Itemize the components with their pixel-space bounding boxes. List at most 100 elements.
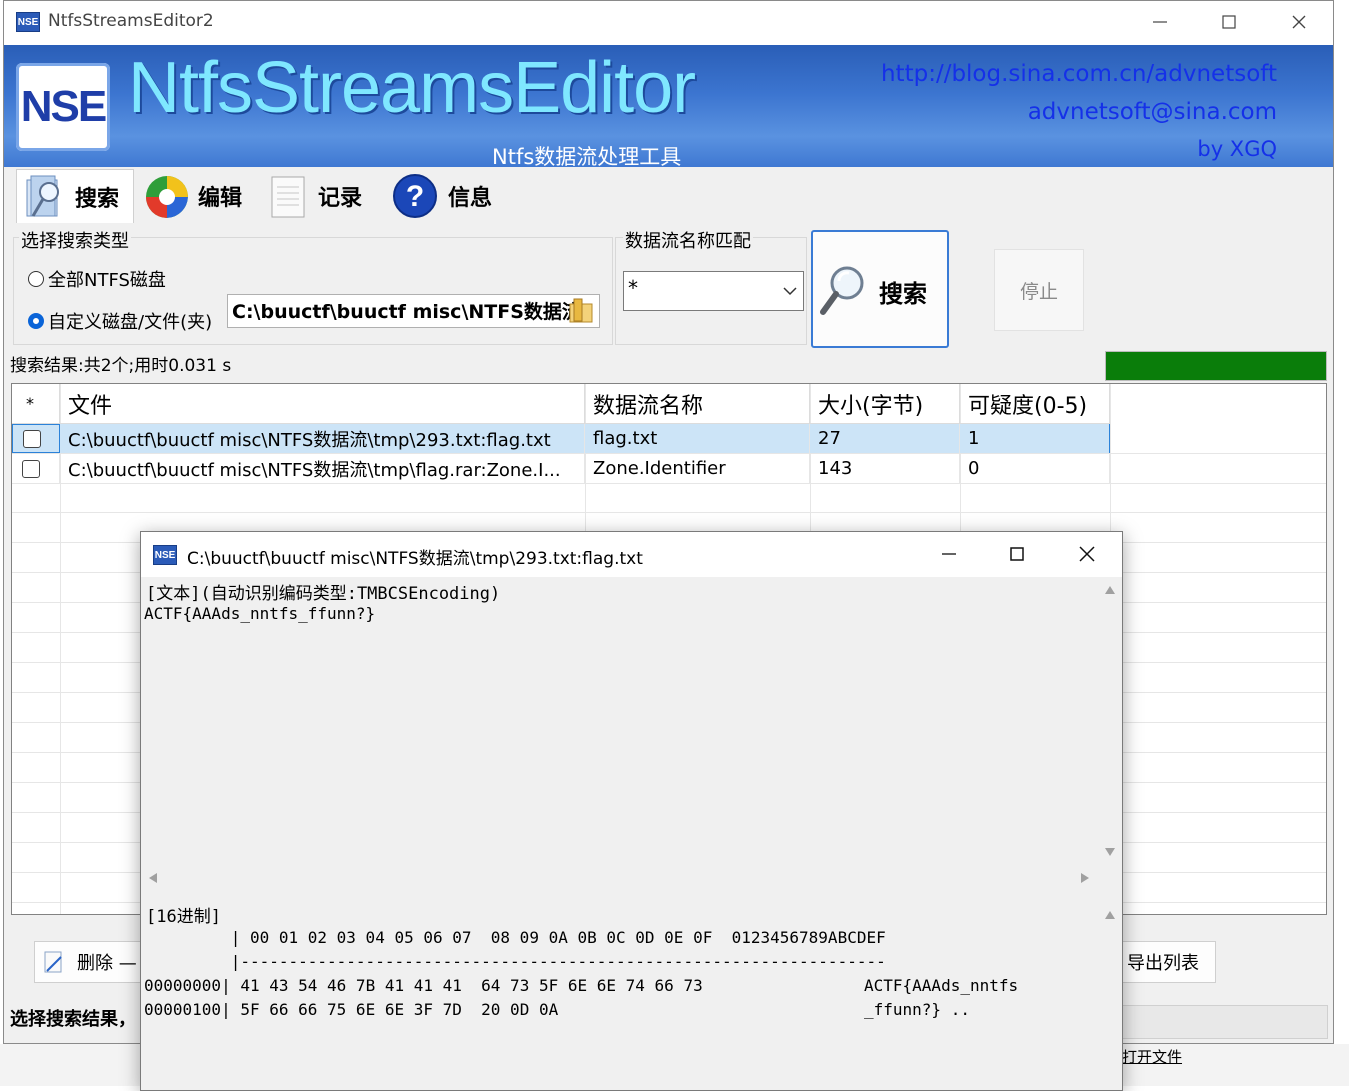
hex-ascii: ACTF{AAAds_nntfs <box>864 976 1019 995</box>
edit-tool-icon <box>146 176 188 218</box>
maximize-icon <box>1222 15 1236 29</box>
minimize-icon <box>942 553 956 555</box>
col-size[interactable]: 大小(字节) <box>810 384 960 424</box>
text-horizontal-scrollbar[interactable] <box>141 865 1098 889</box>
scroll-up-icon[interactable] <box>1104 585 1116 595</box>
stop-button-label: 停止 <box>1019 280 1058 303</box>
col-file[interactable]: 文件 <box>60 384 585 424</box>
radio-all-ntfs-label: 全部NTFS磁盘 <box>48 270 166 291</box>
hex-column-header: | 00 01 02 03 04 05 06 07 08 09 0A 0B 0C… <box>144 928 886 947</box>
author-label: by XGQ <box>1197 137 1277 161</box>
hex-row: 00000000| 41 43 54 46 7B 41 41 41 64 73 … <box>144 976 1018 996</box>
radio-all-ntfs-circle[interactable] <box>28 271 44 287</box>
radio-all-ntfs[interactable]: 全部NTFS磁盘 <box>28 266 166 292</box>
hex-view-area[interactable]: [16进制] | 00 01 02 03 04 05 06 07 08 09 0… <box>141 894 1098 1090</box>
row-select-cell[interactable] <box>12 454 60 483</box>
row-select-cell[interactable] <box>12 424 60 453</box>
info-tool-icon: ? <box>393 174 437 218</box>
col-suspicion[interactable]: 可疑度(0-5) <box>960 384 1110 424</box>
tab-record[interactable]: 记录 <box>262 169 380 223</box>
text-vertical-scrollbar[interactable] <box>1098 577 1122 865</box>
row-suspicion: 0 <box>960 454 1110 483</box>
search-button[interactable]: 搜索 <box>811 230 949 348</box>
window-title: NtfsStreamsEditor2 <box>48 11 214 31</box>
row-checkbox[interactable] <box>23 429 41 448</box>
delete-button-label: 删除 — <box>77 953 137 974</box>
stream-match-value: * <box>628 276 638 300</box>
tab-edit-label: 编辑 <box>198 186 243 211</box>
tab-info[interactable]: ? 信息 <box>386 169 504 223</box>
table-row[interactable]: C:\buuctf\buuctf misc\NTFS数据流\tmp\flag.r… <box>12 454 1326 484</box>
svg-text:?: ? <box>406 180 424 213</box>
scroll-down-icon[interactable] <box>1104 847 1116 857</box>
email-link[interactable]: advnetsoft@sina.com <box>1028 99 1277 125</box>
row-stream: flag.txt <box>585 424 810 453</box>
browse-folder-icon[interactable] <box>566 296 596 331</box>
row-checkbox[interactable] <box>22 459 40 478</box>
nse-logo: NSE <box>16 63 110 151</box>
magnifier-icon <box>820 266 864 315</box>
close-button[interactable] <box>1276 4 1322 40</box>
popup-close-button[interactable] <box>1064 536 1110 572</box>
banner-title: NtfsStreamsEditor <box>128 48 696 128</box>
delete-button[interactable]: 删除 — <box>34 941 146 983</box>
open-file-link[interactable]: 打开文件 <box>1122 1046 1182 1067</box>
desktop-edge <box>1334 0 1349 1086</box>
popup-title: C:\buuctf\buuctf misc\NTFS数据流\tmp\293.tx… <box>187 549 643 569</box>
col-stream-name[interactable]: 数据流名称 <box>585 384 810 424</box>
banner-subtitle: Ntfs数据流处理工具 <box>492 145 682 167</box>
scroll-left-icon[interactable] <box>148 872 158 884</box>
hex-header: [16进制] <box>146 907 221 927</box>
row-file: C:\buuctf\buuctf misc\NTFS数据流\tmp\293.tx… <box>60 424 585 453</box>
stream-match-combo[interactable]: * <box>623 271 804 311</box>
scroll-up-icon[interactable] <box>1104 910 1116 920</box>
maximize-button[interactable] <box>1206 4 1252 40</box>
hex-row: 00000100| 5F 66 66 75 6E 6E 3F 7D 20 0D … <box>144 1000 970 1020</box>
popup-maximize-button[interactable] <box>994 536 1040 572</box>
hex-offset: 00000100| <box>144 1000 231 1019</box>
app-icon: NSE <box>16 12 40 32</box>
status-text: 搜索结果:共2个;用时0.031 s <box>10 356 232 376</box>
radio-custom-label: 自定义磁盘/文件(夹) <box>48 312 213 333</box>
table-row[interactable]: C:\buuctf\buuctf misc\NTFS数据流\tmp\293.tx… <box>12 424 1326 454</box>
delete-icon <box>44 951 62 973</box>
path-input[interactable]: C:\buuctf\buuctf misc\NTFS数据流 <box>227 294 600 328</box>
scroll-right-icon[interactable] <box>1080 872 1090 884</box>
tab-search-label: 搜索 <box>75 186 120 212</box>
row-stream: Zone.Identifier <box>585 454 810 483</box>
export-list-button[interactable]: 导出列表 <box>1122 941 1216 983</box>
close-icon <box>1079 546 1095 562</box>
progress-fill <box>1106 352 1326 380</box>
record-tool-icon <box>271 176 305 218</box>
blog-link[interactable]: http://blog.sina.com.cn/advnetsoft <box>881 61 1277 87</box>
bottom-status-panel <box>1122 1005 1328 1039</box>
main-titlebar: NSE NtfsStreamsEditor2 <box>4 1 1333 45</box>
minimize-button[interactable] <box>1137 4 1183 40</box>
app-banner: NSE NtfsStreamsEditor Ntfs数据流处理工具 http:/… <box>4 45 1333 167</box>
tab-search[interactable]: 搜索 <box>16 169 134 223</box>
stop-button[interactable]: 停止 <box>994 249 1084 331</box>
hex-bytes: 5F 66 66 75 6E 6E 3F 7D 20 0D 0A <box>230 1000 559 1019</box>
popup-app-icon: NSE <box>153 545 177 565</box>
search-type-label: 选择搜索类型 <box>19 227 131 253</box>
row-size: 143 <box>810 454 960 483</box>
popup-minimize-button[interactable] <box>926 536 972 572</box>
hex-vertical-scrollbar[interactable] <box>1098 894 1122 1090</box>
minimize-icon <box>1153 21 1167 23</box>
hex-separator: |---------------------------------------… <box>144 952 886 971</box>
row-file: C:\buuctf\buuctf misc\NTFS数据流\tmp\flag.r… <box>60 454 585 483</box>
col-select[interactable]: * <box>12 384 60 424</box>
export-list-label: 导出列表 <box>1127 953 1199 974</box>
text-header: [文本](自动识别编码类型:TMBCSEncoding) <box>146 584 501 604</box>
tab-edit[interactable]: 编辑 <box>138 169 256 223</box>
tab-info-label: 信息 <box>448 186 493 211</box>
radio-custom-circle[interactable] <box>28 313 44 329</box>
chevron-down-icon <box>783 287 797 296</box>
radio-custom[interactable]: 自定义磁盘/文件(夹) <box>28 308 212 334</box>
bottom-hint: 选择搜索结果， <box>10 1009 136 1030</box>
text-view-area[interactable]: [文本](自动识别编码类型:TMBCSEncoding) ACTF{AAAds_… <box>141 577 1098 865</box>
text-content: ACTF{AAAds_nntfs_ffunn?} <box>144 604 376 623</box>
progress-bar <box>1105 351 1327 381</box>
row-suspicion: 1 <box>960 424 1110 453</box>
search-button-label: 搜索 <box>879 280 927 308</box>
